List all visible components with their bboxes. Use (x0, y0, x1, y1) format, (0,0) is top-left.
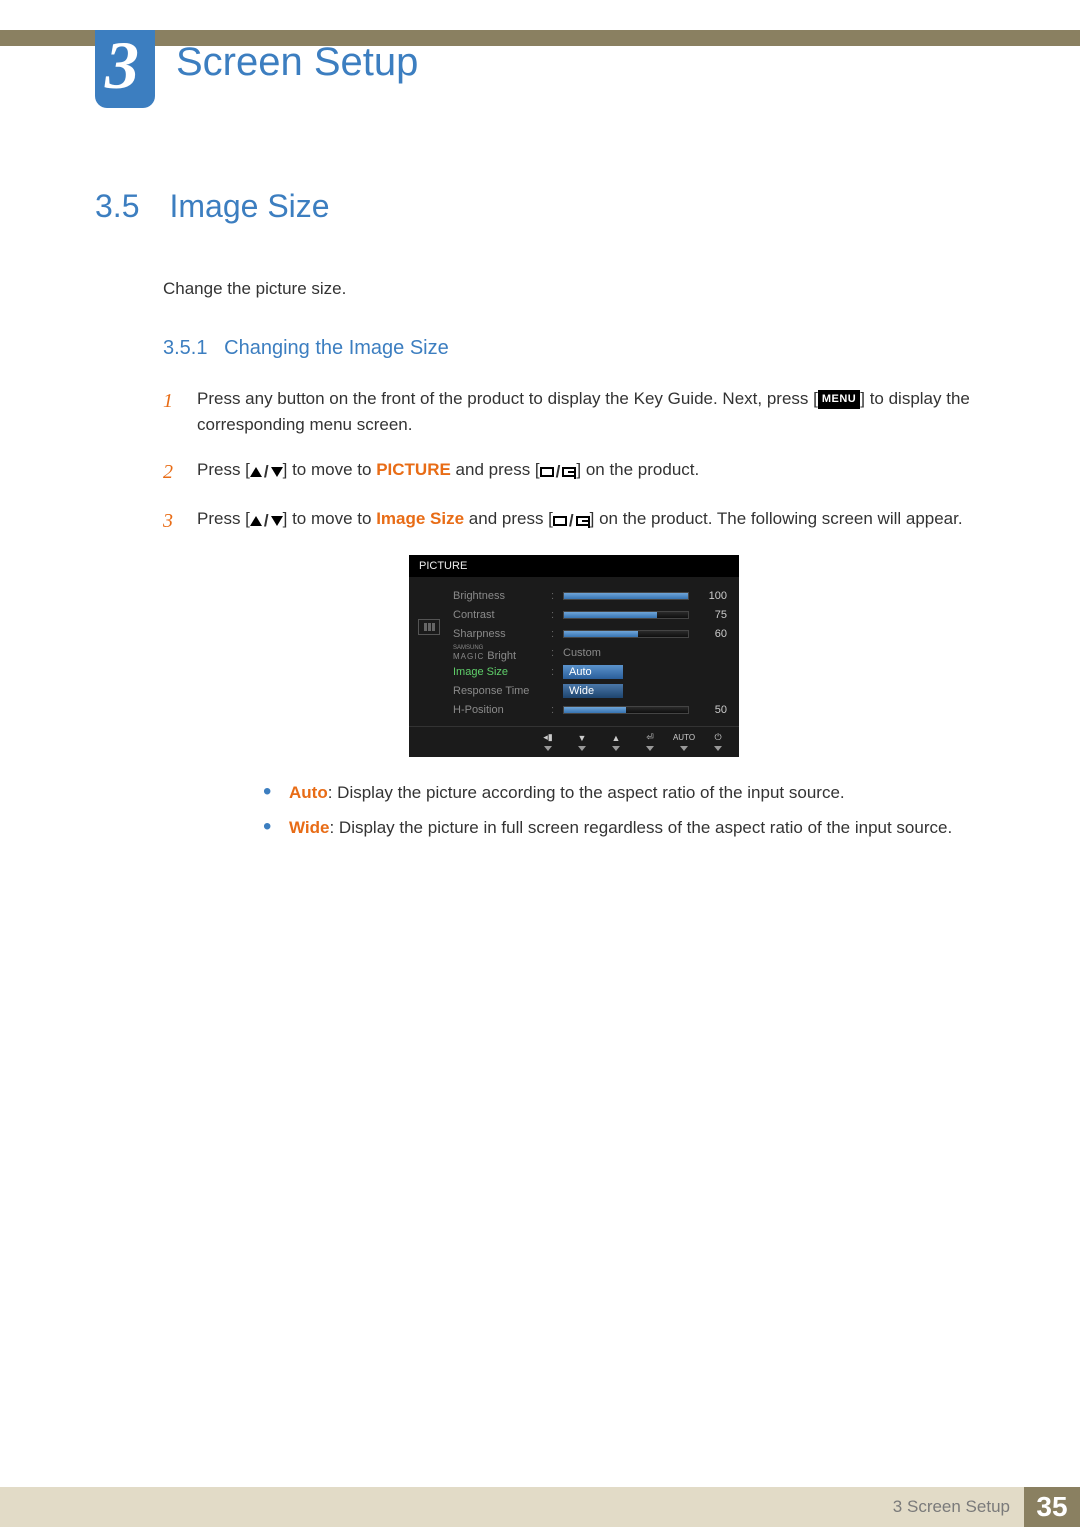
osd-sidebar (409, 577, 449, 726)
chapter-tab: 3 (95, 30, 155, 108)
chapter-number: 3 (105, 26, 139, 105)
bullet-desc: : Display the picture in full screen reg… (329, 818, 952, 837)
section-heading: 3.5 Image Size (95, 188, 985, 225)
step-number: 2 (163, 457, 179, 488)
section-title: Image Size (169, 188, 329, 225)
osd-footer: ◂▮ ▼ ▲ ⏎ AUTO ⏻ (409, 726, 739, 753)
bullet-term: Wide (289, 818, 329, 837)
bullet-desc: : Display the picture according to the a… (328, 783, 845, 802)
osd-foot-up-icon: ▲ (609, 733, 623, 751)
section-intro: Change the picture size. (163, 279, 985, 299)
osd-row-response-time: Response Time Wide (453, 682, 727, 701)
step-number: 1 (163, 386, 179, 439)
source-enter-icon: / (540, 459, 577, 485)
chapter-title: Screen Setup (176, 40, 418, 85)
subsection-title: Changing the Image Size (224, 337, 449, 359)
up-down-icon: / (250, 459, 283, 485)
step-text: Press any button on the front of the pro… (197, 386, 985, 439)
osd-foot-down-icon: ▼ (575, 733, 589, 751)
bullet-item: • Auto: Display the picture according to… (263, 779, 985, 808)
osd-foot-back-icon: ◂▮ (541, 733, 555, 751)
bullet-list: • Auto: Display the picture according to… (263, 779, 985, 843)
osd-row-sharpness: Sharpness: 60 (453, 625, 727, 644)
subsection-number: 3.5.1 (163, 337, 207, 359)
osd-foot-auto: AUTO (677, 733, 691, 751)
footer-label: 3 Screen Setup (893, 1497, 1024, 1517)
picture-category-icon (418, 619, 440, 635)
step-number: 3 (163, 506, 179, 537)
osd-title: PICTURE (409, 555, 739, 577)
osd-row-brightness: Brightness: 100 (453, 587, 727, 606)
section-number: 3.5 (95, 188, 139, 225)
osd-option-auto: Auto (563, 665, 623, 679)
up-down-icon: / (250, 508, 283, 534)
osd-row-h-position: H-Position: 50 (453, 701, 727, 720)
osd-row-magic-bright: SAMSUNG MAGIC Bright : Custom (453, 644, 727, 663)
bullet-item: • Wide: Display the picture in full scre… (263, 814, 985, 843)
page-footer: 3 Screen Setup 35 (0, 1487, 1080, 1527)
footer-page-number: 35 (1024, 1487, 1080, 1527)
step-list: 1 Press any button on the front of the p… (163, 386, 985, 842)
bullet-term: Auto (289, 783, 328, 802)
highlight-image-size: Image Size (376, 509, 464, 528)
osd-option-wide: Wide (563, 684, 623, 698)
top-accent-band (0, 30, 1080, 46)
highlight-picture: PICTURE (376, 460, 451, 479)
step-text: Press [/] to move to PICTURE and press [… (197, 457, 985, 488)
source-enter-icon: / (553, 508, 590, 534)
menu-button-icon: MENU (818, 390, 860, 409)
step-item: 2 Press [/] to move to PICTURE and press… (163, 457, 985, 488)
osd-row-image-size: Image Size: Auto (453, 663, 727, 682)
bullet-dot-icon: • (263, 814, 273, 843)
osd-foot-power-icon: ⏻ (711, 733, 725, 751)
osd-menu: PICTURE Brightness: 100 Contrast: 75 (409, 555, 739, 757)
bullet-dot-icon: • (263, 779, 273, 808)
subsection-heading: 3.5.1 Changing the Image Size (163, 337, 985, 360)
osd-row-contrast: Contrast: 75 (453, 606, 727, 625)
step-item: 3 Press [/] to move to Image Size and pr… (163, 506, 985, 537)
osd-foot-enter-icon: ⏎ (643, 733, 657, 751)
step-item: 1 Press any button on the front of the p… (163, 386, 985, 439)
step-text: Press [/] to move to Image Size and pres… (197, 506, 985, 537)
